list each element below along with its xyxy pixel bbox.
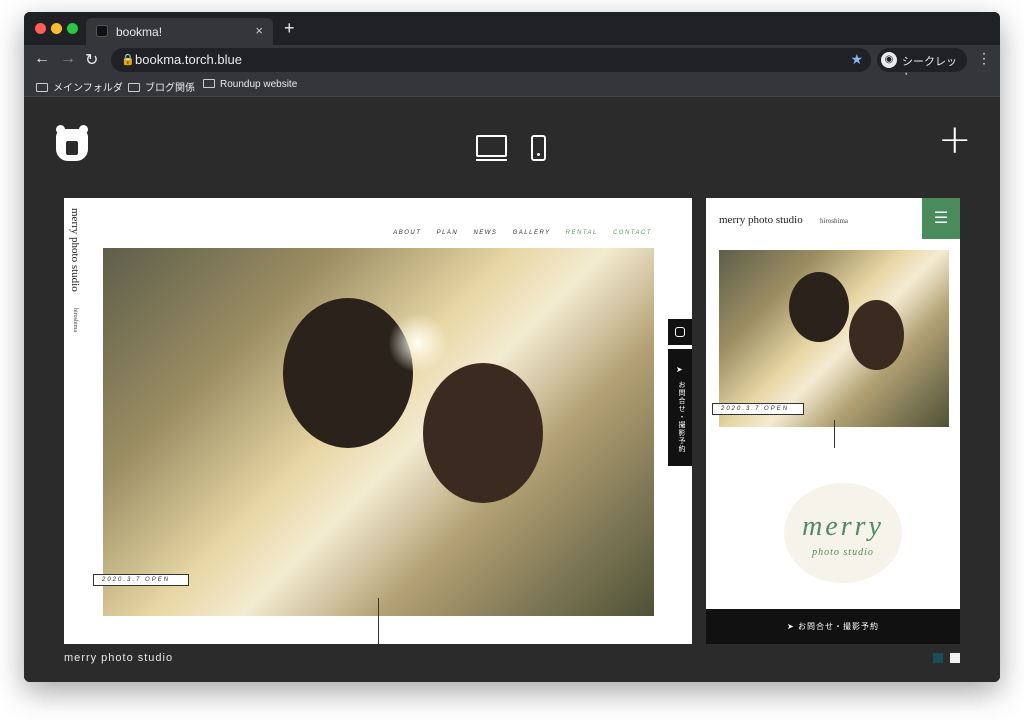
bookmark-folder-blog[interactable]: ブログ関係 [128,79,195,94]
nav-news[interactable]: NEWS [473,230,497,236]
sp-site-subtitle: hiroshima [820,217,848,225]
bookmark-label: ブログ関係 [145,83,195,94]
minimize-window-button[interactable] [51,23,62,34]
browser-window: bookma! × + ← → ↻ 🔒 bookma.torch.blue ★ … [24,12,1000,682]
bookmarks-bar: メインフォルダ ブログ関係 Roundup website [24,75,1000,97]
url-text: bookma.torch.blue [135,52,242,67]
incognito-badge[interactable]: ◉ シークレット [877,48,967,84]
nav-rental[interactable]: RENTAL [566,230,598,236]
pc-nav: ABOUT PLAN NEWS GALLERY RENTAL CONTACT [381,230,652,236]
sp-contact-bar[interactable]: ➤ お問合せ・撮影予約 [706,609,960,644]
incognito-icon: ◉ [881,52,897,68]
pc-contact-label: お問合せ・撮影予約 [678,381,685,453]
browser-toolbar: ← → ↻ 🔒 bookma.torch.blue ★ ◉ シークレット ⋮ [24,45,1000,84]
nav-gallery[interactable]: GALLERY [513,230,551,236]
close-window-button[interactable] [35,23,46,34]
bear-favicon-icon [96,25,108,37]
back-button[interactable]: ← [34,50,50,68]
new-tab-button[interactable]: + [284,18,295,39]
hero-photo [103,248,654,616]
instagram-button[interactable] [668,319,692,345]
brand-main-text: merry [802,511,884,542]
pc-date-badge: 2020.3.7 OPEN [93,574,189,586]
folder-icon [203,79,215,88]
light-theme-swatch[interactable] [950,653,960,663]
lock-icon: 🔒 [121,54,135,66]
bookmark-folder-roundup[interactable]: Roundup website [203,79,297,90]
footer-site-name: merry photo studio [64,652,174,664]
folder-icon [128,83,140,92]
tab-title: bookma! [116,25,163,39]
reload-button[interactable]: ↻ [85,50,98,70]
address-bar[interactable]: 🔒 bookma.torch.blue ★ [111,48,871,72]
nav-plan[interactable]: PLAN [437,230,459,236]
bear-logo-icon[interactable] [56,125,88,161]
maximize-window-button[interactable] [67,23,78,34]
bookmark-star-icon[interactable]: ★ [850,51,863,68]
browser-menu-button[interactable]: ⋮ [977,50,991,67]
mobile-view-icon[interactable] [531,135,546,161]
sp-date-badge: 2020.3.7 OPEN [712,403,804,415]
dark-theme-swatch[interactable] [933,653,943,663]
sp-scroll-line [834,420,835,448]
tab-bar: bookma! × + [24,12,1000,45]
tab-bookma[interactable]: bookma! × [86,18,273,45]
sp-hero-photo [719,250,949,427]
desktop-view-icon[interactable] [476,135,507,161]
forward-button[interactable]: → [60,50,76,68]
add-bookmark-button[interactable]: + [938,117,972,163]
folder-icon [36,83,48,92]
pc-site-title: merry photo studio [69,208,81,292]
nav-about[interactable]: ABOUT [393,230,421,236]
bookmark-folder-main[interactable]: メインフォルダ [36,79,123,94]
cursor-arrow-icon: ➤ [676,365,683,374]
instagram-icon [675,327,685,337]
pc-contact-button[interactable]: ➤ お問合せ・撮影予約 [668,349,692,466]
pc-scroll-line [378,598,379,644]
brand-sub-text: photo studio [812,547,874,558]
tab-close-icon[interactable]: × [255,23,263,38]
merry-brand-logo: merry photo studio [784,483,902,583]
bookmark-label: メインフォルダ [53,83,123,94]
sp-site-title: merry photo studio [719,214,803,226]
nav-contact[interactable]: CONTACT [613,230,652,236]
pc-site-subtitle: hiroshima [72,308,78,332]
hamburger-menu-icon[interactable]: ☰ [922,198,960,239]
pc-preview[interactable]: merry photo studio hiroshima ABOUT PLAN … [64,198,692,644]
sp-preview[interactable]: merry photo studio hiroshima ☰ 2020.3.7 … [706,198,960,644]
bookma-page: + merry photo studio hiroshima ABOUT PLA… [24,97,1000,682]
bookmark-label: Roundup website [220,79,298,90]
